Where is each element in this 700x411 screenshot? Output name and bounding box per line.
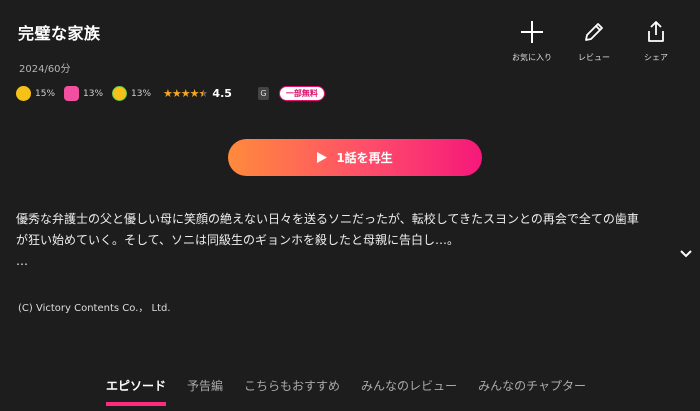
stats-row: 15% 13% 13% ★ ★ ★ ★ ★ 4.5 G 一部無料 — [16, 86, 325, 101]
release-meta: 2024/60分 — [19, 64, 71, 75]
half-star-icon: ★ — [198, 87, 209, 100]
favorite-label: お気に入り — [512, 53, 552, 62]
emotion-stat: 13% — [112, 86, 151, 101]
star-icon: ★ — [189, 87, 200, 100]
synopsis: 優秀な弁護士の父と優しい母に笑顔の絶えない日々を送るソニだったが、転校してきたス… — [16, 209, 676, 272]
star-icon: ★ — [180, 87, 191, 100]
tab-recommended[interactable]: こちらもおすすめ — [244, 377, 340, 394]
age-rating-badge: G — [257, 87, 269, 100]
emotion-percent: 15% — [35, 88, 56, 99]
tab-bar: エピソード 予告編 こちらもおすすめ みんなのレビュー みんなのチャプター — [106, 377, 607, 406]
share-button[interactable]: シェア — [634, 20, 678, 63]
synopsis-ellipsis: … — [16, 254, 28, 268]
play-icon — [317, 152, 328, 163]
play-button[interactable]: 1話を再生 — [228, 139, 482, 176]
synopsis-line: が狂い始めていく。そして、ソニは同級生のギョンホを殺したと母親に告白し…。 — [16, 233, 460, 247]
emotion-stat: 13% — [64, 86, 103, 101]
emotion-stat: 15% — [16, 86, 55, 101]
star-rating: ★ ★ ★ ★ ★ 4.5 — [163, 87, 232, 100]
green-face-emoji-icon — [112, 86, 128, 101]
review-label: レビュー — [578, 53, 610, 62]
synopsis-line: 優秀な弁護士の父と優しい母に笑顔の絶えない日々を送るソニだったが、転校してきたス… — [16, 212, 639, 226]
plus-icon — [521, 21, 543, 43]
emotion-percent: 13% — [83, 88, 104, 99]
page-title: 完璧な家族 — [18, 24, 101, 43]
free-badge: 一部無料 — [278, 86, 325, 101]
pencil-icon — [585, 23, 603, 41]
chevron-down-icon[interactable] — [680, 250, 692, 258]
pink-face-emoji-icon — [64, 86, 80, 101]
emotion-percent: 13% — [131, 88, 152, 99]
tab-trailer[interactable]: 予告編 — [187, 377, 223, 394]
action-bar: お気に入り レビュー シェア — [510, 20, 678, 63]
play-label: 1話を再生 — [336, 151, 393, 165]
review-button[interactable]: レビュー — [572, 20, 616, 63]
tab-reviews[interactable]: みんなのレビュー — [361, 377, 457, 394]
favorite-button[interactable]: お気に入り — [510, 20, 554, 63]
share-label: シェア — [644, 53, 668, 62]
copyright: (C) Victory Contents Co.， Ltd. — [18, 303, 171, 314]
star-icon: ★ — [163, 87, 173, 100]
tab-chapters[interactable]: みんなのチャプター — [478, 377, 586, 394]
share-icon — [648, 21, 664, 42]
rating-score: 4.5 — [212, 87, 232, 100]
star-icon: ★ — [171, 87, 182, 100]
smirk-emoji-icon — [16, 86, 31, 101]
tab-episodes[interactable]: エピソード — [106, 377, 167, 406]
